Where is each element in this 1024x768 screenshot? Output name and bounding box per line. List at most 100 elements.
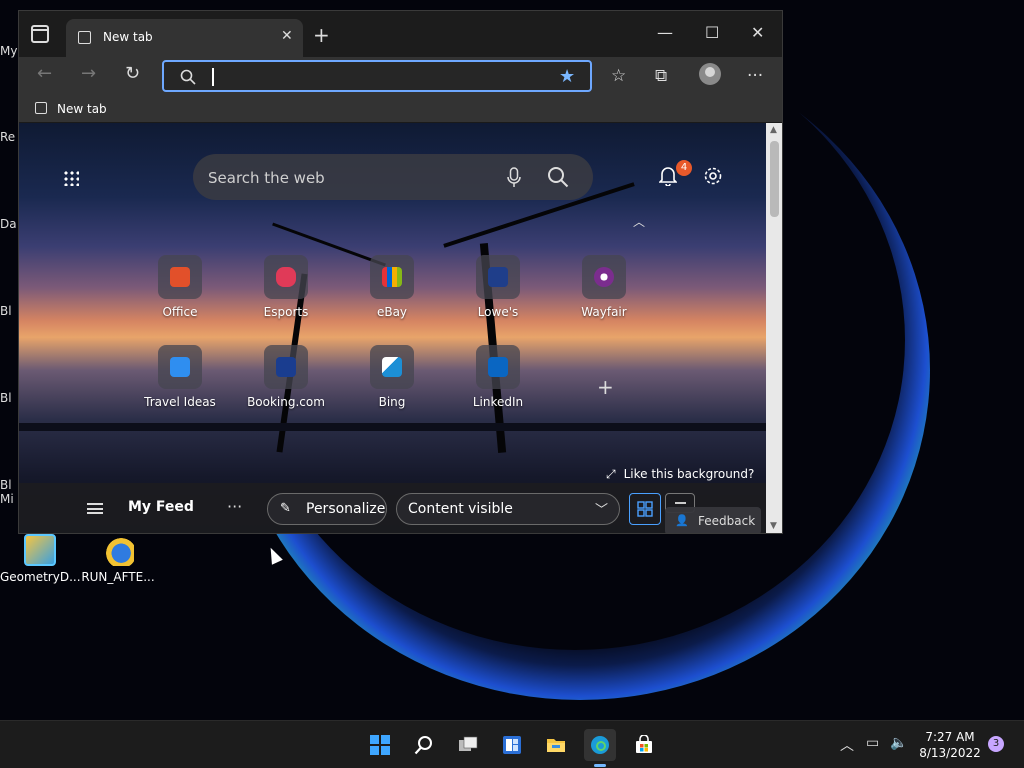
text-caret — [212, 68, 214, 86]
quick-link-travel-ideas[interactable]: Travel Ideas — [128, 345, 232, 409]
scroll-down-icon[interactable]: ▼ — [770, 521, 777, 531]
close-tab-icon[interactable]: ✕ — [281, 28, 293, 44]
quick-link-label: Esports — [263, 305, 309, 319]
chevron-up-icon[interactable]: ︿ — [633, 213, 645, 230]
edge-logo-icon — [591, 736, 609, 754]
personalize-label: Personalize — [306, 501, 386, 517]
linkedin-logo-icon — [488, 357, 508, 377]
title-bar: New tab ✕ + — ☐ ✕ — [19, 11, 782, 57]
gamepad-icon — [276, 267, 296, 287]
tab-actions-icon[interactable] — [31, 25, 49, 43]
network-icon[interactable]: ▭ — [866, 735, 879, 751]
navigation-toolbar: ← → ↻ ★ ☆ ⧉ ··· — [19, 57, 782, 97]
task-view-button[interactable] — [452, 729, 484, 761]
quick-link-esports[interactable]: Esports — [234, 255, 338, 319]
grid-layout-button[interactable] — [629, 493, 661, 525]
quick-link-tile — [582, 255, 626, 299]
pencil-icon: ✎ — [280, 501, 291, 516]
content-visibility-dropdown[interactable]: Content visible ﹀ — [396, 493, 620, 525]
refresh-icon[interactable]: ↻ — [125, 63, 140, 84]
file-explorer-button[interactable] — [540, 729, 572, 761]
shield-script-icon — [102, 534, 134, 566]
settings-more-icon[interactable]: ··· — [747, 66, 763, 86]
profile-avatar-icon[interactable] — [699, 63, 721, 85]
notification-count-badge: 4 — [676, 160, 692, 176]
notifications-bell-icon[interactable] — [659, 166, 677, 186]
microphone-icon[interactable] — [507, 167, 521, 189]
apps-grid-icon[interactable] — [63, 170, 79, 186]
office-logo-icon — [170, 267, 190, 287]
like-background-link[interactable]: ⤢ Like this background? — [606, 467, 754, 482]
quick-link-label: Travel Ideas — [144, 395, 216, 409]
bing-logo-icon — [382, 357, 402, 377]
desktop-icon-run-after[interactable]: RUN_AFTE... — [78, 534, 158, 584]
quick-link-label: Bing — [378, 395, 406, 409]
web-search-box[interactable]: Search the web — [193, 154, 593, 200]
gear-icon[interactable] — [703, 166, 723, 186]
quick-link-ebay[interactable]: eBay — [340, 255, 444, 319]
ebay-bag-icon — [382, 267, 402, 287]
desktop-label-edge[interactable]: Re — [0, 130, 15, 144]
quick-link-linkedin[interactable]: LinkedIn — [446, 345, 550, 409]
favorite-star-icon[interactable]: ★ — [559, 66, 575, 87]
store-button[interactable] — [628, 729, 660, 761]
minimize-icon[interactable]: — — [657, 23, 673, 42]
booking-logo-icon — [276, 357, 296, 377]
quick-link-wayfair[interactable]: Wayfair — [552, 255, 656, 319]
feedback-label: Feedback — [698, 514, 756, 528]
taskbar-search-button[interactable] — [408, 729, 440, 761]
desktop-label-edge[interactable]: Bl — [0, 304, 12, 318]
quick-link-tile — [264, 255, 308, 299]
chevron-up-icon[interactable]: ︿ — [840, 735, 854, 755]
quick-link-office[interactable]: Office — [128, 255, 232, 319]
notification-center-badge[interactable]: 3 — [988, 736, 1004, 752]
quick-link-tile — [264, 345, 308, 389]
desktop-label-edge[interactable]: Bl — [0, 478, 12, 492]
desktop-icon-geometry-dash[interactable]: GeometryD... — [0, 534, 81, 584]
new-tab-plus-icon[interactable]: + — [313, 23, 330, 47]
quick-link-tile — [476, 345, 520, 389]
grid-layout-icon — [637, 501, 653, 517]
system-clock[interactable]: 7:27 AM 8/13/2022 — [918, 729, 982, 761]
back-arrow-icon[interactable]: ← — [37, 63, 52, 84]
search-icon[interactable] — [547, 166, 569, 188]
quick-link-tile — [370, 255, 414, 299]
desktop-label-edge[interactable]: My — [0, 44, 17, 58]
quick-link-label: Lowe's — [477, 305, 519, 319]
hamburger-menu-icon[interactable] — [87, 503, 103, 514]
maximize-icon[interactable]: ☐ — [705, 23, 719, 42]
address-bar[interactable]: ★ — [162, 60, 592, 92]
volume-icon[interactable]: 🔈 — [890, 735, 907, 751]
favorites-icon[interactable]: ☆ — [611, 66, 626, 86]
feedback-button[interactable]: 👤 Feedback — [665, 507, 761, 533]
new-tab-page: Search the web 4 ︿ Office Esports eBay L… — [19, 123, 766, 533]
forward-arrow-icon[interactable]: → — [81, 63, 96, 84]
start-button[interactable] — [364, 729, 396, 761]
content-visibility-value: Content visible — [408, 501, 513, 517]
favorites-bar-item[interactable]: New tab — [57, 102, 107, 116]
search-icon — [414, 736, 432, 755]
horizon-line — [19, 423, 766, 431]
geometry-dash-icon — [24, 534, 56, 566]
scrollbar-thumb[interactable] — [770, 141, 779, 217]
desktop-label-edge[interactable]: Bl — [0, 391, 12, 405]
quick-link-tile — [158, 345, 202, 389]
active-app-indicator — [594, 764, 606, 767]
personalize-button[interactable]: ✎ Personalize — [267, 493, 387, 525]
desktop-label-edge[interactable]: Mi — [0, 492, 14, 506]
scroll-up-icon[interactable]: ▲ — [770, 125, 777, 135]
desktop-label-edge[interactable]: Da — [0, 217, 17, 231]
tab-new-tab[interactable]: New tab ✕ — [66, 19, 303, 57]
quick-link-booking[interactable]: Booking.com — [234, 345, 338, 409]
close-window-icon[interactable]: ✕ — [751, 23, 764, 42]
add-site-plus-icon[interactable]: + — [597, 375, 614, 399]
more-options-icon[interactable]: ··· — [227, 497, 242, 516]
widgets-button[interactable] — [496, 729, 528, 761]
quick-link-lowes[interactable]: Lowe's — [446, 255, 550, 319]
collections-icon[interactable]: ⧉ — [655, 66, 667, 86]
my-feed-title[interactable]: My Feed — [128, 499, 194, 515]
windows-logo-icon — [370, 735, 390, 755]
page-scrollbar[interactable]: ▲ ▼ — [766, 123, 782, 533]
quick-link-bing[interactable]: Bing — [340, 345, 444, 409]
edge-taskbar-button[interactable] — [584, 729, 616, 761]
